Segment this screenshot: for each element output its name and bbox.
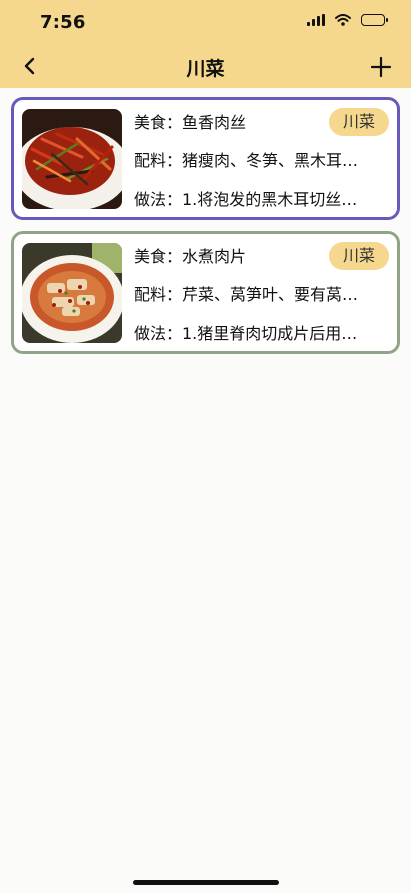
- boiled-pork-slices-dish-image: [22, 243, 122, 343]
- recipe-method: 做法：1.将泡发的黑木耳切丝…: [134, 190, 358, 209]
- category-tag: 川菜: [329, 108, 389, 136]
- add-button[interactable]: [369, 55, 393, 79]
- shredded-pork-dish-image: [22, 109, 122, 209]
- recipe-card[interactable]: 美食：水煮肉片 川菜 配料：芹菜、莴笋叶、要有莴… 做法：1.猪里脊肉切成片后用…: [11, 231, 400, 354]
- recipe-method: 做法：1.猪里脊肉切成片后用…: [134, 324, 358, 343]
- recipe-card[interactable]: 美食：鱼香肉丝 川菜 配料：猪瘦肉、冬笋、黑木耳… 做法：1.将泡发的黑木耳切丝…: [11, 97, 400, 220]
- category-tag: 川菜: [329, 242, 389, 270]
- signal-icon: [307, 14, 325, 26]
- nav-header: 7:56 川菜: [0, 0, 411, 88]
- status-icons: [307, 14, 388, 26]
- recipe-name: 美食：水煮肉片: [134, 247, 247, 266]
- page-title: 川菜: [186, 58, 225, 80]
- recipe-ingredients: 配料：芹菜、莴笋叶、要有莴…: [134, 285, 359, 304]
- status-time: 7:56: [40, 12, 86, 33]
- recipe-list: 美食：鱼香肉丝 川菜 配料：猪瘦肉、冬笋、黑木耳… 做法：1.将泡发的黑木耳切丝…: [11, 97, 400, 365]
- recipe-ingredients: 配料：猪瘦肉、冬笋、黑木耳…: [134, 151, 359, 170]
- dish-image: [22, 109, 122, 209]
- recipe-name: 美食：鱼香肉丝: [134, 113, 247, 132]
- home-indicator[interactable]: [133, 880, 279, 885]
- dish-image: [22, 243, 122, 343]
- wifi-icon: [335, 14, 351, 26]
- battery-icon: [361, 14, 388, 26]
